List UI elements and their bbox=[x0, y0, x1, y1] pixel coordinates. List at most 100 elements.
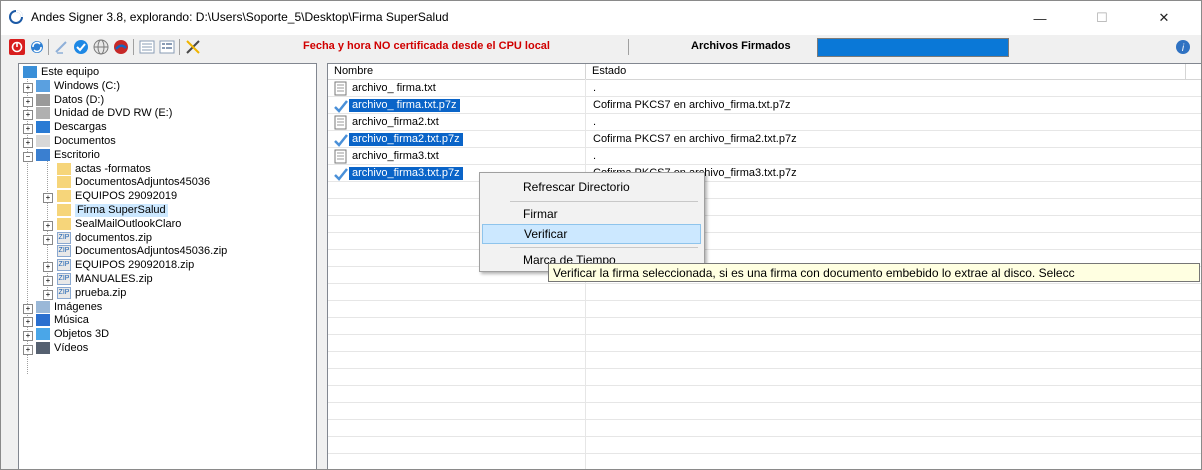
tree-item-label: Imágenes bbox=[54, 300, 103, 313]
file-row[interactable]: archivo_ firma.txt. bbox=[328, 80, 1201, 97]
empty-row bbox=[328, 216, 1201, 233]
file-row[interactable]: archivo_firma2.txt.p7z Cofirma PKCS7 en a… bbox=[328, 131, 1201, 148]
maximize-button[interactable]: ☐ bbox=[1079, 1, 1125, 35]
music-folder-icon bbox=[36, 314, 50, 327]
expand-toggle[interactable]: + bbox=[23, 82, 33, 93]
signed-file-icon bbox=[334, 134, 348, 147]
column-header-nombre[interactable]: Nombre bbox=[328, 64, 586, 79]
app-logo-icon bbox=[9, 10, 23, 24]
tree-item-label: Vídeos bbox=[54, 342, 89, 354]
globe-icon[interactable] bbox=[93, 39, 109, 55]
stop-icon[interactable] bbox=[9, 39, 25, 55]
expand-toggle[interactable]: + bbox=[23, 303, 33, 314]
folder-icon bbox=[57, 204, 71, 216]
folder-icon bbox=[57, 217, 71, 230]
tree-item[interactable]: + ZIP MANUALES.zip bbox=[19, 273, 315, 286]
tree-item[interactable]: + Datos (D:) bbox=[19, 93, 315, 107]
expand-toggle[interactable]: + bbox=[43, 193, 53, 204]
collapse-toggle[interactable]: − bbox=[23, 151, 33, 162]
file-state: . bbox=[593, 82, 597, 94]
empty-row bbox=[328, 386, 1201, 403]
expand-toggle[interactable]: + bbox=[23, 110, 33, 121]
file-state: Cofirma PKCS7 en archivo_firma2.txt.p7z bbox=[593, 133, 797, 145]
empty-row bbox=[328, 233, 1201, 250]
objects3d-folder-icon bbox=[36, 328, 50, 341]
tree-item[interactable]: + Imágenes bbox=[19, 300, 315, 314]
archivos-firmados-label: Archivos Firmados bbox=[691, 40, 791, 52]
tree-item-label: DocumentosAdjuntos45036.zip bbox=[75, 245, 228, 258]
expand-toggle[interactable]: + bbox=[23, 331, 33, 342]
tree-item-label: prueba.zip bbox=[75, 286, 127, 299]
close-button[interactable]: ✕ bbox=[1141, 1, 1187, 35]
tree-item[interactable]: DocumentosAdjuntos45036 bbox=[19, 176, 315, 189]
tree-item-label: MANUALES.zip bbox=[75, 273, 153, 285]
menu-item-firmar[interactable]: Firmar bbox=[482, 204, 701, 224]
tree-item[interactable]: + SealMailOutlookClaro bbox=[19, 217, 315, 231]
context-menu: Refrescar Directorio Firmar Verificar Ma… bbox=[479, 172, 705, 272]
tree-item[interactable]: − Escritorio bbox=[19, 148, 315, 162]
file-row[interactable]: archivo_firma2.txt. bbox=[328, 114, 1201, 131]
tree-item-label: Descargas bbox=[54, 121, 107, 134]
empty-row bbox=[328, 335, 1201, 352]
desktop-folder-icon bbox=[36, 148, 50, 161]
tree-item[interactable]: actas -formatos bbox=[19, 162, 315, 176]
menu-item-verificar[interactable]: Verificar bbox=[482, 224, 701, 244]
expand-toggle[interactable]: + bbox=[43, 234, 53, 245]
expand-toggle[interactable]: + bbox=[43, 276, 53, 286]
file-name: archivo_firma2.txt bbox=[352, 116, 439, 128]
tree-item-label: Datos (D:) bbox=[54, 93, 105, 106]
tree-item[interactable]: + ZIP prueba.zip bbox=[19, 286, 315, 300]
file-name: archivo_firma2.txt.p7z bbox=[349, 133, 463, 146]
file-row[interactable]: archivo_ firma.txt.p7z Cofirma PKCS7 en a… bbox=[328, 97, 1201, 114]
sign-pen-icon[interactable] bbox=[54, 39, 70, 55]
tree-item[interactable]: ZIP DocumentosAdjuntos45036.zip bbox=[19, 245, 315, 258]
tree-item[interactable]: + Música bbox=[19, 314, 315, 328]
list-view-icon[interactable] bbox=[139, 39, 155, 55]
tree-item[interactable]: Firma SuperSalud bbox=[19, 204, 315, 217]
empty-row bbox=[328, 199, 1201, 216]
tree-item[interactable]: + Vídeos bbox=[19, 342, 315, 355]
tree-item-label: SealMailOutlookClaro bbox=[75, 217, 182, 230]
menu-item-refrescar[interactable]: Refrescar Directorio bbox=[482, 177, 701, 197]
expand-toggle[interactable]: + bbox=[43, 220, 53, 231]
tree-item[interactable]: + ZIP documentos.zip bbox=[19, 231, 315, 245]
tree-item-label: Escritorio bbox=[54, 148, 100, 161]
tree-item-label: actas -formatos bbox=[75, 162, 151, 175]
empty-row bbox=[328, 454, 1201, 469]
tree-item-label: DocumentosAdjuntos45036 bbox=[75, 176, 211, 189]
list-header: Nombre Estado bbox=[328, 64, 1201, 80]
refresh-icon[interactable] bbox=[29, 39, 45, 55]
column-header-estado[interactable]: Estado bbox=[586, 64, 1186, 79]
folder-icon bbox=[57, 190, 71, 203]
file-row[interactable]: archivo_firma3.txt.p7zCofirma PKCS7 en a… bbox=[328, 165, 1201, 182]
tree-item[interactable]: + Unidad de DVD RW (E:) bbox=[19, 107, 315, 121]
tree-item[interactable]: + EQUIPOS 29092019 bbox=[19, 190, 315, 204]
expand-toggle[interactable]: + bbox=[23, 124, 33, 135]
tree-item[interactable]: + Windows (C:) bbox=[19, 79, 315, 93]
tools-icon[interactable] bbox=[185, 39, 201, 55]
empty-row bbox=[328, 301, 1201, 318]
folder-tree[interactable]: Este equipo + Windows (C:) + Datos (D:) + Unid… bbox=[18, 63, 317, 469]
expand-toggle[interactable]: + bbox=[23, 317, 33, 328]
file-name: archivo_firma3.txt bbox=[352, 150, 439, 162]
tree-item-label: Firma SuperSalud bbox=[75, 204, 168, 217]
tree-item[interactable]: + ZIP EQUIPOS 29092018.zip bbox=[19, 259, 315, 273]
details-view-icon[interactable] bbox=[159, 39, 175, 55]
expand-toggle[interactable]: + bbox=[43, 262, 53, 273]
zip-icon: ZIP bbox=[57, 259, 71, 272]
verify-check-icon[interactable] bbox=[73, 39, 89, 55]
empty-row bbox=[328, 369, 1201, 386]
minimize-button[interactable]: — bbox=[1017, 1, 1063, 35]
tree-item[interactable]: + Documentos bbox=[19, 135, 315, 148]
expand-toggle[interactable]: + bbox=[23, 138, 33, 148]
tree-item[interactable]: + Descargas bbox=[19, 121, 315, 135]
help-icon[interactable]: i bbox=[1175, 39, 1191, 55]
timestamp-icon[interactable] bbox=[113, 39, 129, 55]
expand-toggle[interactable]: + bbox=[23, 96, 33, 107]
expand-toggle[interactable]: + bbox=[43, 289, 53, 300]
tree-item[interactable]: + Objetos 3D bbox=[19, 328, 315, 342]
tree-item-label: Unidad de DVD RW (E:) bbox=[54, 107, 173, 120]
expand-toggle[interactable]: + bbox=[23, 345, 33, 355]
file-row[interactable]: archivo_firma3.txt. bbox=[328, 148, 1201, 165]
tree-item[interactable]: Este equipo bbox=[19, 66, 315, 79]
